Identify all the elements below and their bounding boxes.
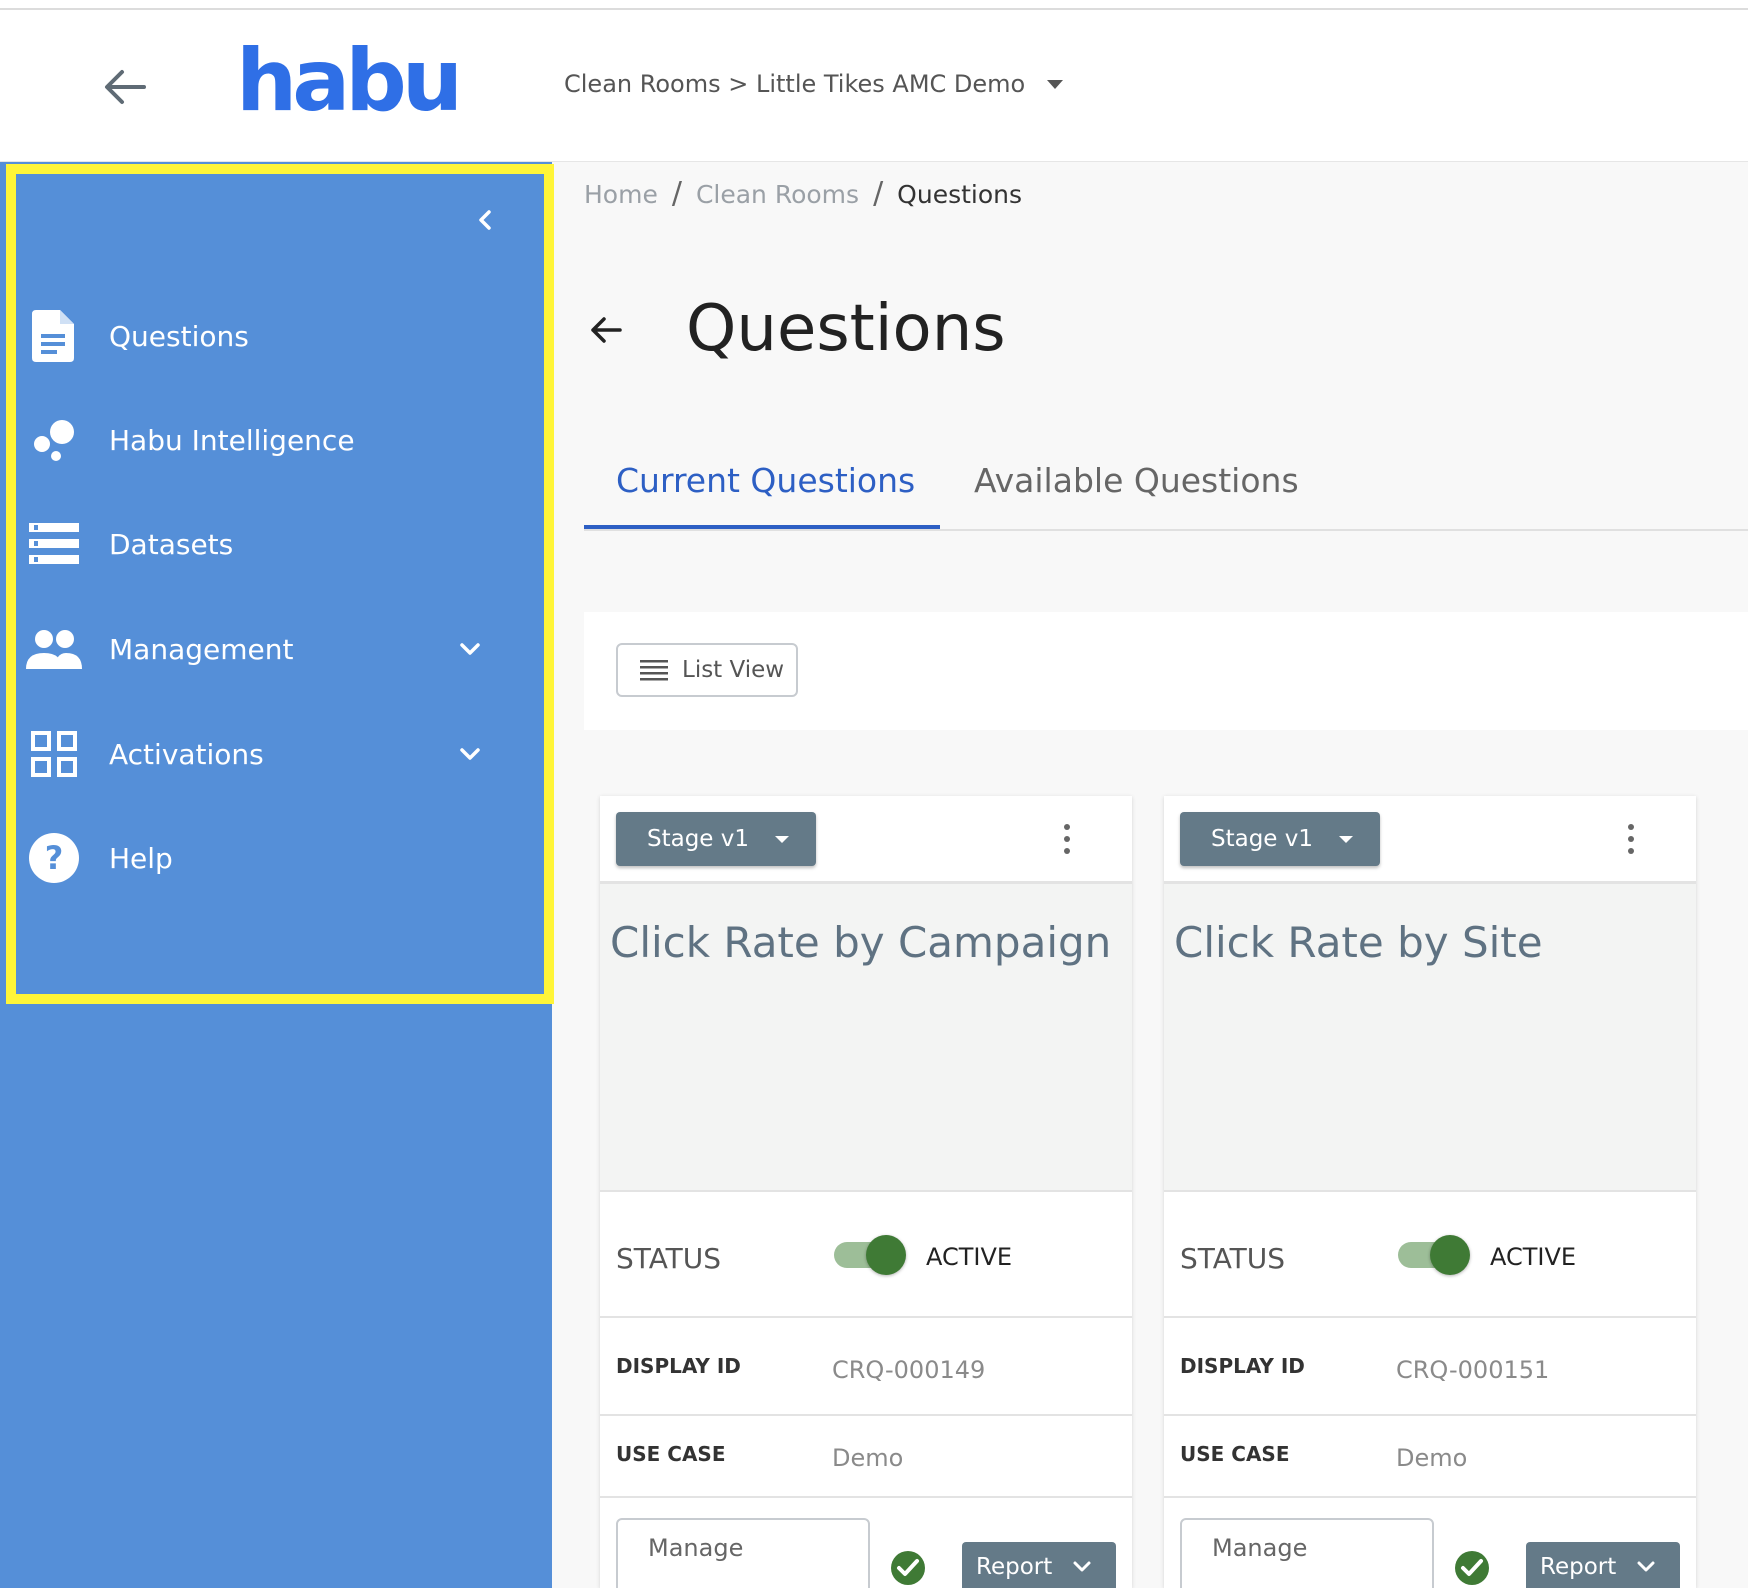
card-header: Stage v1 (600, 796, 1132, 884)
card-actions: Manage Report (600, 1498, 1132, 1588)
chevron-down-icon (1637, 1561, 1655, 1572)
list-view-button[interactable]: List View (616, 643, 798, 697)
breadcrumb-separator: / (671, 176, 682, 211)
card-actions: Manage Report (1164, 1498, 1696, 1588)
breadcrumb-clean-rooms[interactable]: Clean Rooms (696, 180, 859, 211)
use-case-row: USE CASE Demo (1164, 1416, 1696, 1498)
stage-label: Stage v1 (647, 826, 750, 852)
window-top-edge (0, 0, 1748, 10)
report-label: Report (976, 1554, 1053, 1580)
caret-down-icon (1339, 835, 1354, 843)
page-title: Questions (686, 292, 1006, 366)
clean-room-path: Clean Rooms > Little Tikes AMC Demo (564, 70, 1026, 98)
sidebar-item-label: Datasets (109, 527, 234, 561)
use-case-value: Demo (832, 1444, 904, 1472)
chevron-down-icon (1073, 1561, 1091, 1572)
use-case-label: USE CASE (1180, 1442, 1290, 1466)
sidebar-item-label: Activations (109, 737, 264, 771)
status-row: STATUS ACTIVE (1164, 1192, 1696, 1318)
breadcrumb-home[interactable]: Home (584, 180, 658, 211)
display-id-row: DISPLAY ID CRQ-000149 (600, 1318, 1132, 1416)
sidebar-item-label: Management (109, 632, 294, 666)
sidebar-item-help[interactable]: ? Help (0, 818, 540, 898)
svg-text:?: ? (45, 839, 64, 877)
toggle-knob (866, 1235, 906, 1275)
status-value: ACTIVE (926, 1243, 1013, 1271)
back-arrow-icon[interactable] (588, 312, 624, 348)
sidebar-item-label: Habu Intelligence (109, 423, 355, 457)
chevron-down-icon[interactable] (455, 739, 485, 769)
sidebar-item-label: Questions (109, 319, 249, 353)
breadcrumb-current: Questions (897, 180, 1023, 209)
app-header: habu Clean Rooms > Little Tikes AMC Demo (0, 10, 1748, 162)
manage-datasets-button[interactable]: Manage (1180, 1518, 1434, 1588)
tab-available-questions[interactable]: Available Questions (974, 461, 1299, 500)
check-circle-icon (891, 1551, 925, 1585)
help-icon: ? (26, 830, 82, 886)
card-header: Stage v1 (1164, 796, 1696, 884)
card-title[interactable]: Click Rate by Campaign (610, 918, 1111, 967)
card-body[interactable]: Click Rate by Campaign (600, 884, 1132, 1192)
back-arrow-icon[interactable] (100, 62, 150, 112)
status-toggle[interactable] (1398, 1235, 1470, 1275)
sidebar-item-management[interactable]: Management (0, 609, 540, 689)
clean-room-selector[interactable]: Clean Rooms > Little Tikes AMC Demo (564, 70, 1064, 98)
display-id-label: DISPLAY ID (1180, 1354, 1305, 1378)
display-id-value: CRQ-000151 (1396, 1356, 1550, 1384)
more-options-icon[interactable] (1626, 824, 1636, 854)
chevron-down-icon[interactable] (455, 634, 485, 664)
sidebar-item-questions[interactable]: Questions (0, 296, 540, 376)
status-label: STATUS (616, 1242, 722, 1275)
status-label: STATUS (1180, 1242, 1286, 1275)
manage-datasets-button[interactable]: Manage (616, 1518, 870, 1588)
bubbles-icon (26, 412, 82, 468)
sidebar-item-activations[interactable]: Activations (0, 714, 540, 794)
document-icon (26, 308, 82, 364)
display-id-label: DISPLAY ID (616, 1354, 741, 1378)
more-options-icon[interactable] (1062, 824, 1072, 854)
breadcrumb-separator: / (873, 176, 884, 211)
active-tab-indicator (584, 525, 940, 529)
status-value: ACTIVE (1490, 1243, 1577, 1271)
breadcrumb: Home / Clean Rooms / Questions (584, 176, 1023, 211)
display-id-row: DISPLAY ID CRQ-000151 (1164, 1318, 1696, 1416)
status-toggle[interactable] (834, 1235, 906, 1275)
sidebar-item-label: Help (109, 841, 173, 875)
report-button[interactable]: Report (962, 1542, 1116, 1588)
use-case-label: USE CASE (616, 1442, 726, 1466)
habu-logo[interactable]: habu (236, 38, 463, 124)
sidebar-item-datasets[interactable]: Datasets (0, 504, 540, 584)
use-case-value: Demo (1396, 1444, 1468, 1472)
status-row: STATUS ACTIVE (600, 1192, 1132, 1318)
check-circle-icon (1455, 1551, 1489, 1585)
list-view-label: List View (682, 657, 785, 683)
list-icon (26, 516, 82, 572)
stage-dropdown[interactable]: Stage v1 (616, 812, 816, 866)
card-body[interactable]: Click Rate by Site (1164, 884, 1696, 1192)
grid-icon (26, 726, 82, 782)
chevron-left-icon[interactable] (470, 205, 500, 235)
view-toolbar: List View (584, 612, 1748, 730)
caret-down-icon (775, 835, 790, 843)
list-lines-icon (640, 660, 668, 681)
manage-label: Manage (1212, 1534, 1308, 1562)
question-card: Stage v1 Click Rate by Campaign STATUS A… (600, 796, 1132, 1588)
card-title[interactable]: Click Rate by Site (1174, 918, 1543, 967)
display-id-value: CRQ-000149 (832, 1356, 986, 1384)
manage-label: Manage (648, 1534, 744, 1562)
stage-dropdown[interactable]: Stage v1 (1180, 812, 1380, 866)
question-tabs: Current Questions Available Questions (584, 445, 1748, 531)
use-case-row: USE CASE Demo (600, 1416, 1132, 1498)
caret-down-icon (1047, 79, 1064, 89)
report-button[interactable]: Report (1526, 1542, 1680, 1588)
report-label: Report (1540, 1554, 1617, 1580)
people-icon (26, 621, 82, 677)
sidebar-item-habu-intelligence[interactable]: Habu Intelligence (0, 400, 540, 480)
tab-current-questions[interactable]: Current Questions (616, 461, 915, 500)
stage-label: Stage v1 (1211, 826, 1314, 852)
toggle-knob (1430, 1235, 1470, 1275)
question-card: Stage v1 Click Rate by Site STATUS ACTIV… (1164, 796, 1696, 1588)
